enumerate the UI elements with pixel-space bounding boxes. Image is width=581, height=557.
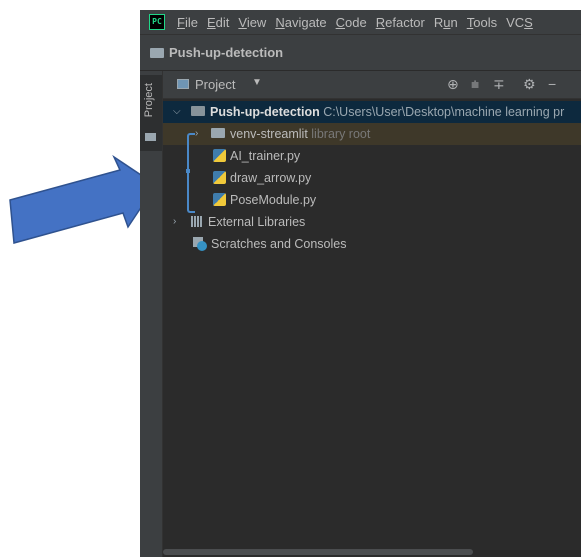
chevron-down-icon[interactable]: ⌵ xyxy=(173,101,181,123)
tree-item-file[interactable]: PoseModule.py xyxy=(163,189,581,211)
python-file-icon xyxy=(213,149,226,162)
menu-view[interactable]: View xyxy=(238,15,266,30)
menu-vcs[interactable]: VCS xyxy=(506,15,533,30)
venv-hint: library root xyxy=(311,127,371,141)
tree-item-venv[interactable]: › venv-streamlit library root xyxy=(163,123,581,145)
menu-refactor[interactable]: Refactor xyxy=(376,15,425,30)
python-file-icon xyxy=(213,171,226,184)
scratches-icon xyxy=(193,237,207,251)
tree-item-scratches[interactable]: Scratches and Consoles xyxy=(163,233,581,255)
project-tool-tab[interactable]: Project xyxy=(140,75,162,151)
menu-navigate[interactable]: Navigate xyxy=(275,15,326,30)
library-icon xyxy=(191,216,203,227)
folder-icon xyxy=(191,106,205,116)
chevron-down-icon[interactable]: ▼ xyxy=(252,77,262,88)
chevron-right-icon[interactable]: › xyxy=(195,123,198,145)
file-name: PoseModule.py xyxy=(230,193,317,207)
python-file-icon xyxy=(213,193,226,206)
project-tree: ⌵ Push-up-detection C:\Users\User\Deskto… xyxy=(163,99,581,539)
root-path: C:\Users\User\Desktop\machine learning p… xyxy=(323,105,565,119)
left-tool-stripe: Project xyxy=(140,71,163,557)
chevron-right-icon[interactable]: › xyxy=(173,211,176,233)
annotation-bracket xyxy=(187,133,195,213)
collapse-all-icon[interactable]: ∓ xyxy=(493,76,505,93)
ide-window: PC File Edit View Navigate Code Refactor… xyxy=(140,10,581,557)
menu-run[interactable]: Run xyxy=(434,15,458,30)
root-name: Push-up-detection xyxy=(210,105,320,119)
pycharm-logo-icon: PC xyxy=(149,14,165,30)
locate-icon[interactable]: ⊕ xyxy=(447,76,459,93)
folder-icon xyxy=(150,47,164,58)
gear-icon[interactable]: ⚙ xyxy=(523,76,536,93)
view-selector[interactable]: Project xyxy=(195,77,235,92)
expand-all-icon[interactable]: ⩧ xyxy=(471,76,479,93)
menu-tools[interactable]: Tools xyxy=(467,15,497,30)
tree-item-external-libraries[interactable]: › External Libraries xyxy=(163,211,581,233)
scrollbar-thumb[interactable] xyxy=(163,549,473,555)
project-tool-window-header: Project ▼ ⊕ ⩧ ∓ ⚙ − xyxy=(163,71,581,99)
menu-file[interactable]: File xyxy=(177,15,198,30)
project-tab-label: Project xyxy=(143,83,155,118)
horizontal-scrollbar[interactable] xyxy=(163,547,581,557)
file-name: draw_arrow.py xyxy=(230,171,312,185)
menu-code[interactable]: Code xyxy=(336,15,367,30)
tree-root-item[interactable]: ⌵ Push-up-detection C:\Users\User\Deskto… xyxy=(163,101,581,123)
menu-bar: PC File Edit View Navigate Code Refactor… xyxy=(140,10,581,34)
hide-icon[interactable]: − xyxy=(548,76,556,92)
project-view-icon xyxy=(177,79,189,89)
breadcrumb: Push-up-detection xyxy=(140,34,581,71)
tree-item-file[interactable]: AI_trainer.py xyxy=(163,145,581,167)
venv-name: venv-streamlit xyxy=(230,127,308,141)
folder-icon xyxy=(145,133,156,141)
folder-icon xyxy=(211,128,225,138)
annotation-bracket-nub xyxy=(186,169,190,173)
scratches-label: Scratches and Consoles xyxy=(211,237,347,251)
tree-item-file[interactable]: draw_arrow.py xyxy=(163,167,581,189)
external-libraries-label: External Libraries xyxy=(208,215,306,229)
annotation-arrow xyxy=(9,155,158,244)
menu-edit[interactable]: Edit xyxy=(207,15,229,30)
breadcrumb-project[interactable]: Push-up-detection xyxy=(169,45,283,60)
file-name: AI_trainer.py xyxy=(230,149,301,163)
